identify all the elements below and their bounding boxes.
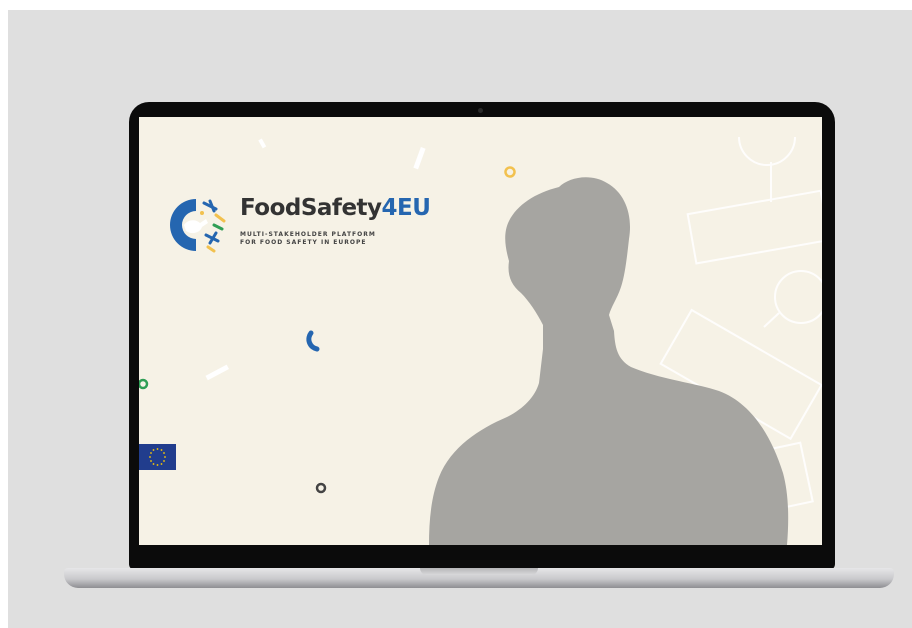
logo-name-part2: 4EU xyxy=(381,195,431,221)
video-screen[interactable]: FoodSafety4EU MULTI-STAKEHOLDER PLATFORM… xyxy=(139,117,822,545)
laptop-hinge-notch xyxy=(420,568,538,575)
tagline-line2: FOR FOOD SAFETY IN EUROPE xyxy=(240,239,367,246)
eu-flag-icon xyxy=(139,444,176,470)
person-silhouette xyxy=(429,177,789,545)
webcam xyxy=(478,108,483,113)
logo-tagline: MULTI-STAKEHOLDER PLATFORM FOR FOOD SAFE… xyxy=(240,231,376,247)
food-safety-emblem xyxy=(170,199,226,253)
logo-wordmark: FoodSafety4EU xyxy=(240,195,431,221)
tagline-line1: MULTI-STAKEHOLDER PLATFORM xyxy=(240,231,376,238)
logo-name-part1: FoodSafety xyxy=(240,195,382,221)
